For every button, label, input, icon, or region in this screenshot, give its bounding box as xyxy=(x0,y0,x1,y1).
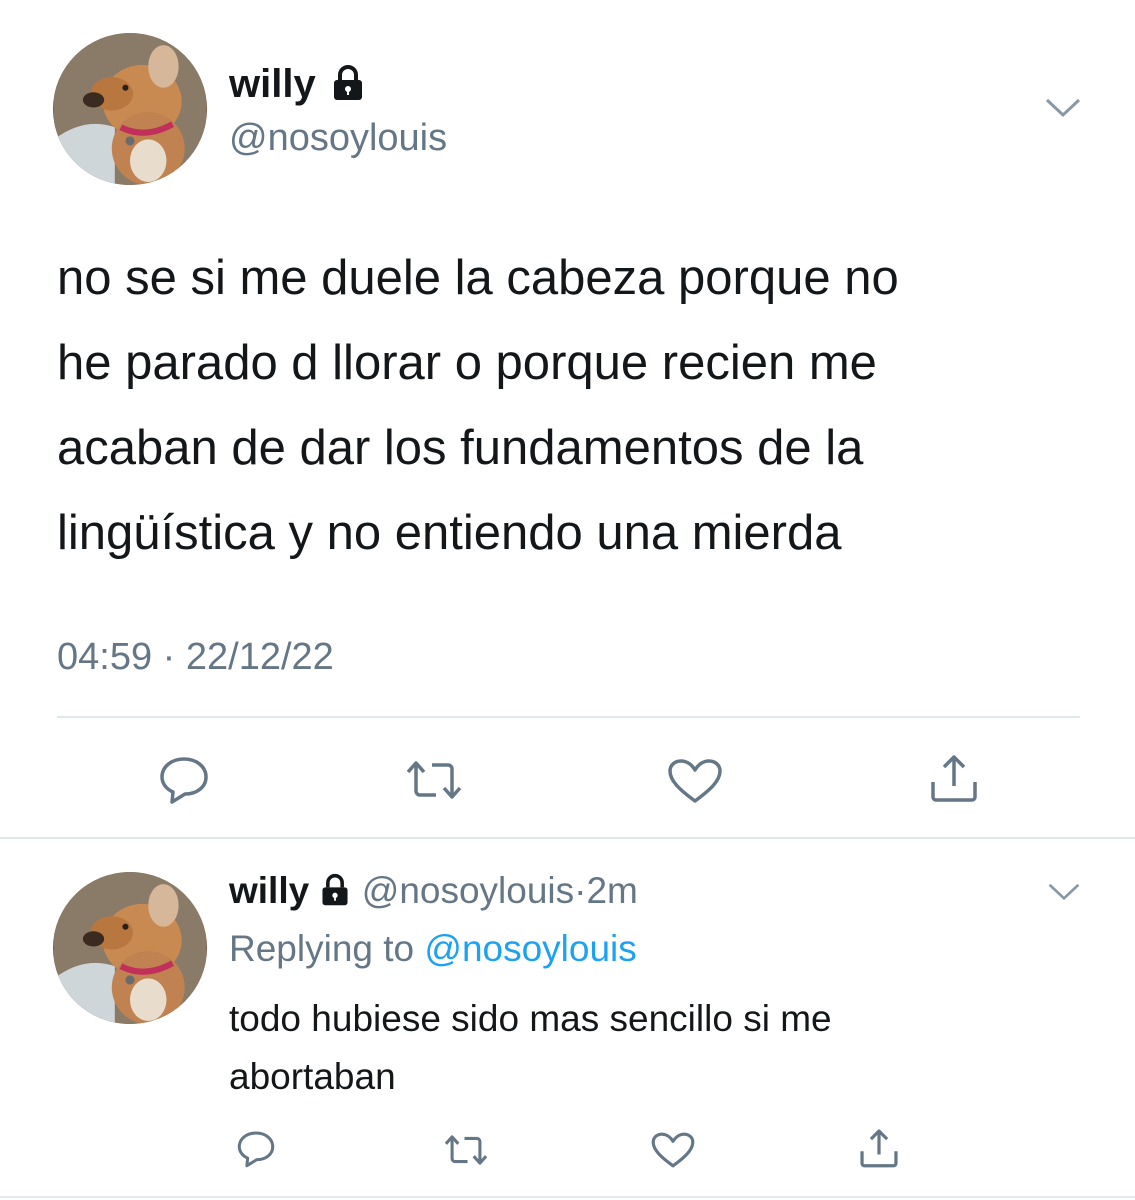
like-icon xyxy=(651,1132,695,1168)
replying-to-link[interactable]: @nosoylouis xyxy=(424,928,636,969)
tweet-time: 04:59 xyxy=(57,636,153,678)
chevron-down-icon[interactable] xyxy=(1047,883,1081,901)
reply-button[interactable] xyxy=(158,755,210,805)
chevron-down-icon[interactable] xyxy=(1045,98,1081,118)
tweet-text-line: lingüística y no entiendo una mierda xyxy=(57,506,842,560)
author-handle[interactable]: @nosoylouis xyxy=(229,117,447,160)
reply-header: willy @nosoylouis·2m xyxy=(229,870,638,911)
author-name[interactable]: willy xyxy=(229,62,365,107)
reply-button[interactable] xyxy=(236,1130,276,1168)
reply-author-handle[interactable]: @nosoylouis xyxy=(362,870,574,911)
reply-icon xyxy=(237,1131,275,1168)
tweet-date: 22/12/22 xyxy=(185,636,334,678)
reply-text-line: todo hubiese sido mas sencillo si me xyxy=(229,998,832,1039)
bottom-divider xyxy=(0,1196,1135,1198)
retweet-button[interactable] xyxy=(441,1133,491,1167)
replying-to: Replying to @nosoylouis xyxy=(229,928,637,970)
share-button[interactable] xyxy=(858,1127,900,1169)
like-icon xyxy=(668,759,722,803)
like-button[interactable] xyxy=(650,1131,696,1169)
avatar[interactable] xyxy=(53,33,207,185)
reply-text: todo hubiese sido mas sencillo si me abo… xyxy=(229,990,1089,1106)
retweet-button[interactable] xyxy=(402,758,466,802)
tweet-timestamp[interactable]: 04:59 · 22/12/22 xyxy=(57,636,334,679)
tweet-text-line: he parado d llorar o porque recien me xyxy=(57,336,877,390)
tweet-text-line: no se si me duele la cabeza porque no xyxy=(57,251,899,305)
dog-avatar-image xyxy=(54,872,206,1024)
tweet-text-line: acaban de dar los fundamentos de la xyxy=(57,421,864,475)
reply-age: 2m xyxy=(586,870,638,911)
avatar[interactable] xyxy=(53,872,207,1024)
author-name-text: willy xyxy=(229,62,316,106)
dog-avatar-image xyxy=(54,33,206,185)
share-icon xyxy=(860,1129,898,1168)
reply-author-name[interactable]: willy xyxy=(229,870,309,911)
lock-icon xyxy=(322,874,349,906)
tweet-text: no se si me duele la cabeza porque no he… xyxy=(57,236,1087,576)
divider xyxy=(57,716,1080,718)
lock-icon xyxy=(333,65,362,101)
reply-text-line: abortaban xyxy=(229,1056,396,1097)
section-divider xyxy=(0,837,1135,839)
share-icon xyxy=(931,755,977,802)
like-button[interactable] xyxy=(666,757,724,805)
retweet-icon xyxy=(444,1135,488,1165)
share-button[interactable] xyxy=(928,752,980,804)
reply-icon xyxy=(160,757,208,804)
replying-to-label: Replying to xyxy=(229,928,415,969)
retweet-icon xyxy=(406,761,462,799)
